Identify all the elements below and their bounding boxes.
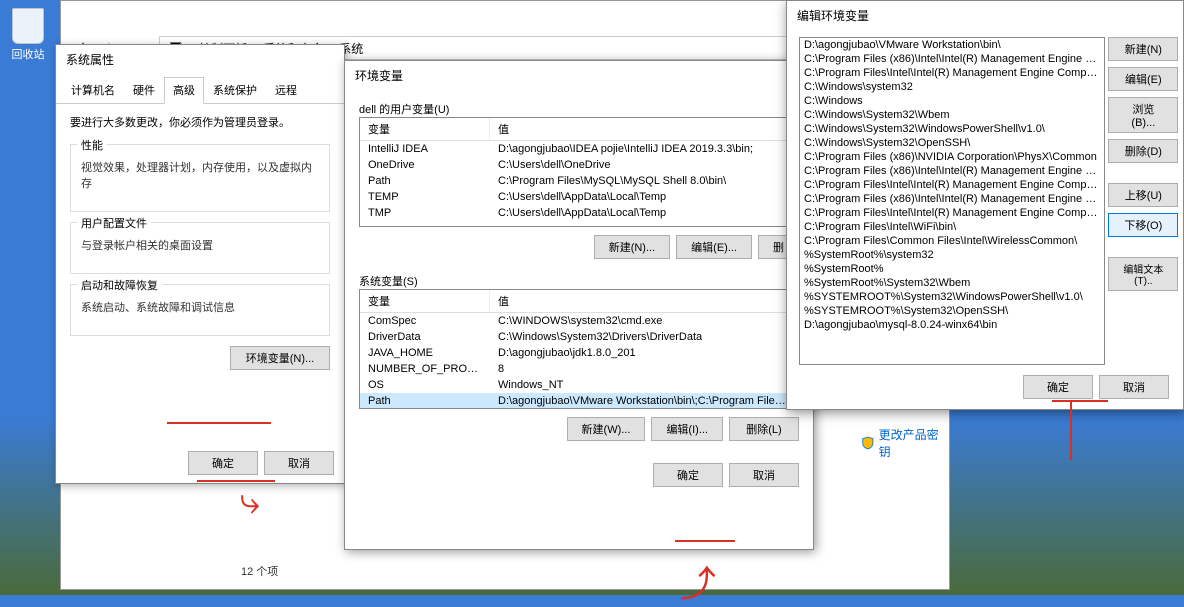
performance-desc: 视觉效果，处理器计划，内存使用，以及虚拟内存 bbox=[81, 159, 319, 191]
edit-env-dialog: 编辑环境变量 D:\agongjubao\VMware Workstation\… bbox=[786, 0, 1184, 410]
admin-note: 要进行大多数更改，你必须作为管理员登录。 bbox=[70, 114, 330, 130]
edit-cancel-button[interactable]: 取消 bbox=[1099, 375, 1169, 399]
list-item[interactable]: C:\Program Files\Common Files\Intel\Wire… bbox=[800, 234, 1104, 248]
profile-title: 用户配置文件 bbox=[77, 215, 151, 231]
list-item[interactable]: %SystemRoot%\system32 bbox=[800, 248, 1104, 262]
change-product-key-link[interactable]: 更改产品密钥 bbox=[861, 426, 949, 460]
performance-group: 性能 视觉效果，处理器计划，内存使用，以及虚拟内存 bbox=[70, 144, 330, 212]
env-dialog-title: 环境变量 bbox=[345, 61, 813, 91]
path-delete-button[interactable]: 删除(D) bbox=[1108, 139, 1178, 163]
list-item[interactable]: C:\Windows\System32\OpenSSH\ bbox=[800, 136, 1104, 150]
tab-remote[interactable]: 远程 bbox=[266, 77, 306, 103]
profile-desc: 与登录帐户相关的桌面设置 bbox=[81, 237, 319, 253]
path-edit-text-button[interactable]: 编辑文本(T).. bbox=[1108, 257, 1178, 291]
user-new-button[interactable]: 新建(N)... bbox=[594, 235, 670, 259]
list-item[interactable]: C:\Program Files (x86)\Intel\Intel(R) Ma… bbox=[800, 164, 1104, 178]
env-ok-button[interactable]: 确定 bbox=[653, 463, 723, 487]
sys-vars-list[interactable]: 变量 值 ComSpecC:\WINDOWS\system32\cmd.exeD… bbox=[359, 289, 799, 409]
edit-ok-button[interactable]: 确定 bbox=[1023, 375, 1093, 399]
edit-dialog-title: 编辑环境变量 bbox=[787, 1, 1183, 31]
list-item[interactable]: %SYSTEMROOT%\System32\OpenSSH\ bbox=[800, 304, 1104, 318]
dialog-title: 系统属性 bbox=[56, 45, 344, 75]
startup-title: 启动和故障恢复 bbox=[77, 277, 162, 293]
list-item[interactable]: C:\Windows\system32 bbox=[800, 80, 1104, 94]
path-browse-button[interactable]: 浏览(B)... bbox=[1108, 97, 1178, 133]
env-cancel-button[interactable]: 取消 bbox=[729, 463, 799, 487]
list-item[interactable]: C:\Program Files\Intel\Intel(R) Manageme… bbox=[800, 206, 1104, 220]
list-item[interactable]: C:\Program Files (x86)\Intel\Intel(R) Ma… bbox=[800, 192, 1104, 206]
list-item[interactable]: C:\Windows\System32\Wbem bbox=[800, 108, 1104, 122]
user-edit-button[interactable]: 编辑(E)... bbox=[676, 235, 752, 259]
env-vars-button[interactable]: 环境变量(N)... bbox=[230, 346, 330, 370]
list-item[interactable]: %SystemRoot% bbox=[800, 262, 1104, 276]
recycle-bin-label: 回收站 bbox=[8, 46, 48, 62]
list-item[interactable]: C:\Program Files (x86)\NVIDIA Corporatio… bbox=[800, 150, 1104, 164]
list-item[interactable]: C:\Program Files\Intel\WiFi\bin\ bbox=[800, 220, 1104, 234]
table-row[interactable]: OneDriveC:\Users\dell\OneDrive bbox=[360, 157, 798, 173]
profile-group: 用户配置文件 与登录帐户相关的桌面设置 bbox=[70, 222, 330, 274]
list-item[interactable]: C:\Program Files (x86)\Intel\Intel(R) Ma… bbox=[800, 52, 1104, 66]
startup-desc: 系统启动、系统故障和调试信息 bbox=[81, 299, 319, 315]
col-value[interactable]: 值 bbox=[490, 118, 798, 140]
tab-computer-name[interactable]: 计算机名 bbox=[62, 77, 124, 103]
path-down-button[interactable]: 下移(O) bbox=[1108, 213, 1178, 237]
table-row[interactable]: IntelliJ IDEAD:\agongjubao\IDEA pojie\In… bbox=[360, 141, 798, 157]
list-item[interactable]: C:\Program Files\Intel\Intel(R) Manageme… bbox=[800, 178, 1104, 192]
col-value[interactable]: 值 bbox=[490, 290, 798, 312]
startup-group: 启动和故障恢复 系统启动、系统故障和调试信息 bbox=[70, 284, 330, 336]
list-item[interactable]: D:\agongjubao\mysql-8.0.24-winx64\bin bbox=[800, 318, 1104, 332]
list-item[interactable]: %SYSTEMROOT%\System32\WindowsPowerShell\… bbox=[800, 290, 1104, 304]
table-row[interactable]: TMPC:\Users\dell\AppData\Local\Temp bbox=[360, 205, 798, 221]
env-vars-dialog: 环境变量 dell 的用户变量(U) 变量 值 IntelliJ IDEAD:\… bbox=[344, 60, 814, 550]
table-row[interactable]: PathD:\agongjubao\VMware Workstation\bin… bbox=[360, 393, 798, 409]
table-row[interactable]: JAVA_HOMED:\agongjubao\jdk1.8.0_201 bbox=[360, 345, 798, 361]
tab-hardware[interactable]: 硬件 bbox=[124, 77, 164, 103]
user-vars-list[interactable]: 变量 值 IntelliJ IDEAD:\agongjubao\IDEA poj… bbox=[359, 117, 799, 227]
table-row[interactable]: DriverDataC:\Windows\System32\Drivers\Dr… bbox=[360, 329, 798, 345]
path-edit-button[interactable]: 编辑(E) bbox=[1108, 67, 1178, 91]
table-row[interactable]: NUMBER_OF_PROCESSORS8 bbox=[360, 361, 798, 377]
path-new-button[interactable]: 新建(N) bbox=[1108, 37, 1178, 61]
tab-advanced[interactable]: 高级 bbox=[164, 77, 204, 104]
sys-edit-button[interactable]: 编辑(I)... bbox=[651, 417, 723, 441]
path-up-button[interactable]: 上移(U) bbox=[1108, 183, 1178, 207]
ok-button[interactable]: 确定 bbox=[188, 451, 258, 475]
list-item[interactable]: %SystemRoot%\System32\Wbem bbox=[800, 276, 1104, 290]
table-row[interactable]: OSWindows_NT bbox=[360, 377, 798, 393]
sys-new-button[interactable]: 新建(W)... bbox=[567, 417, 646, 441]
table-row[interactable]: PathC:\Program Files\MySQL\MySQL Shell 8… bbox=[360, 173, 798, 189]
table-row[interactable]: TEMPC:\Users\dell\AppData\Local\Temp bbox=[360, 189, 798, 205]
col-variable[interactable]: 变量 bbox=[360, 118, 490, 140]
recycle-icon bbox=[12, 8, 44, 44]
sys-delete-button[interactable]: 删除(L) bbox=[729, 417, 799, 441]
col-variable[interactable]: 变量 bbox=[360, 290, 490, 312]
list-item[interactable]: C:\Windows\System32\WindowsPowerShell\v1… bbox=[800, 122, 1104, 136]
table-row[interactable]: ComSpecC:\WINDOWS\system32\cmd.exe bbox=[360, 313, 798, 329]
performance-title: 性能 bbox=[77, 137, 107, 153]
recycle-bin[interactable]: 回收站 bbox=[8, 8, 48, 62]
cancel-button[interactable]: 取消 bbox=[264, 451, 334, 475]
path-entries-list[interactable]: D:\agongjubao\VMware Workstation\bin\C:\… bbox=[799, 37, 1105, 365]
list-item[interactable]: C:\Windows bbox=[800, 94, 1104, 108]
tab-strip: 计算机名 硬件 高级 系统保护 远程 bbox=[56, 75, 344, 104]
tab-system-protection[interactable]: 系统保护 bbox=[204, 77, 266, 103]
list-item[interactable]: C:\Program Files\Intel\Intel(R) Manageme… bbox=[800, 66, 1104, 80]
shield-icon bbox=[861, 436, 875, 450]
system-properties-dialog: 系统属性 计算机名 硬件 高级 系统保护 远程 要进行大多数更改，你必须作为管理… bbox=[55, 44, 345, 484]
list-item[interactable]: D:\agongjubao\VMware Workstation\bin\ bbox=[800, 38, 1104, 52]
sys-vars-label: 系统变量(S) bbox=[359, 273, 799, 289]
status-bar: 12 个项 bbox=[241, 563, 278, 579]
user-vars-label: dell 的用户变量(U) bbox=[359, 101, 799, 117]
